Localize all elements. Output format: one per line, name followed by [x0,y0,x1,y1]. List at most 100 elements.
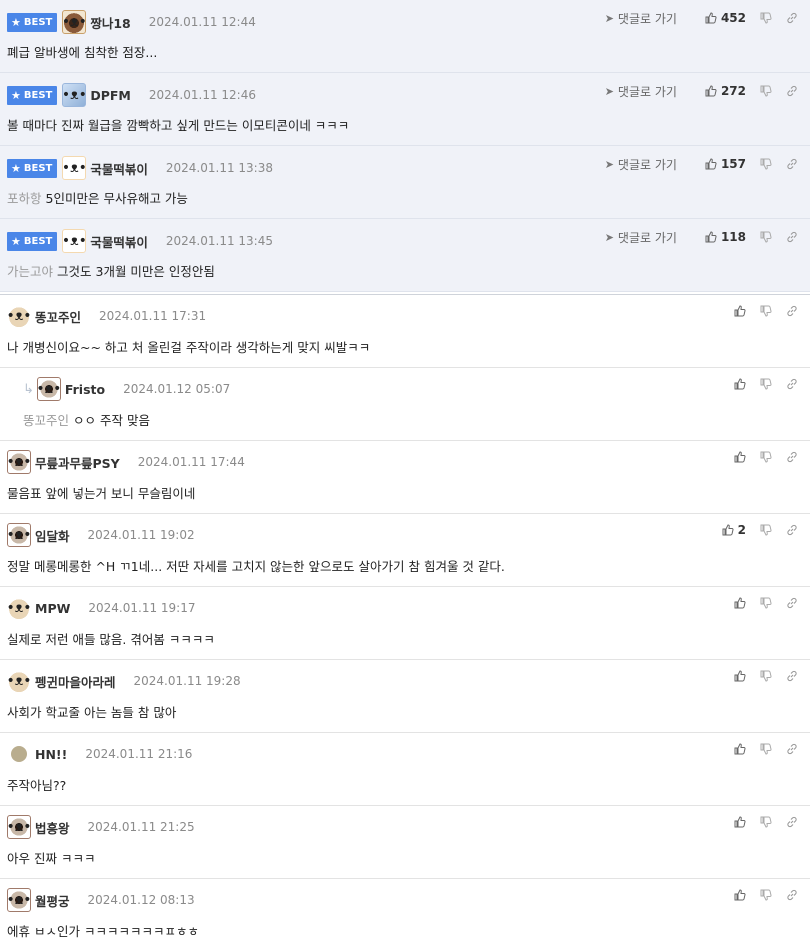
nickname[interactable]: 펭귄마을아라레 [35,672,116,691]
nickname[interactable]: 짱나18 [90,13,130,32]
dislike-button[interactable] [760,816,772,828]
goto-comment-button[interactable]: ➤ 댓글로 가기 [605,156,677,173]
nickname[interactable]: 법흥왕 [35,818,70,837]
avatar-dot-icon[interactable] [11,746,27,762]
dislike-button[interactable] [760,305,772,317]
dislike-button[interactable] [760,378,772,390]
comment-actions [720,595,798,611]
avatar-shiba-icon[interactable]: •ᴥ• [62,229,87,253]
thumbs-up-icon [705,158,717,170]
share-button[interactable] [786,305,798,317]
navigate-arrow-icon: ➤ [604,157,614,171]
mention[interactable]: 포하항 [7,191,42,206]
share-button[interactable] [786,743,798,755]
like-button[interactable] [734,670,746,682]
goto-comment-button[interactable]: ➤ 댓글로 가기 [605,83,677,100]
comment-text: 5인미만은 무사유해고 가능 [45,191,188,206]
avatar-dog-icon[interactable]: •ᴥ• [7,523,31,547]
avatar-puppy-icon[interactable]: •ᴥ• [7,304,31,328]
comment: HN!! 2024.01.11 21:16 주작아님?? [0,733,810,806]
like-button[interactable]: 157 [705,157,746,171]
avatar-bear-icon[interactable]: •ᴥ• [62,10,87,34]
comment-actions: 2 [708,522,798,538]
like-count: 157 [720,157,746,171]
avatar-puppy-icon[interactable]: •ᴥ• [7,669,31,693]
dislike-button[interactable] [760,12,772,24]
avatar-shiba-icon[interactable]: •ᴥ• [62,156,87,180]
share-button[interactable] [786,12,798,24]
avatar-frost-icon[interactable]: •ᴥ• [62,83,87,107]
like-button[interactable]: 452 [705,11,746,25]
share-button[interactable] [786,889,798,901]
comment-actions [720,668,798,684]
dislike-button[interactable] [760,158,772,170]
nickname[interactable]: 월평궁 [35,891,70,910]
avatar-dog-icon[interactable]: •ᴥ• [36,377,61,401]
dislike-button[interactable] [760,231,772,243]
like-button[interactable] [734,378,746,390]
thumbs-up-icon [734,305,746,317]
like-button[interactable]: 2 [722,523,746,537]
reply-arrow-icon: ↳ [23,381,34,397]
like-button[interactable]: 118 [705,230,746,244]
share-button[interactable] [786,670,798,682]
share-button[interactable] [786,524,798,536]
like-button[interactable] [734,597,746,609]
dislike-button[interactable] [760,743,772,755]
mention[interactable]: 똥꼬주인 [23,413,69,428]
nickname[interactable]: DPFM [90,88,131,103]
goto-comment-button[interactable]: ➤ 댓글로 가기 [605,229,677,246]
dislike-button[interactable] [760,85,772,97]
share-button[interactable] [786,597,798,609]
mention[interactable]: 가는고야 [7,264,53,279]
share-button[interactable] [786,85,798,97]
avatar-dog-icon[interactable]: •ᴥ• [7,815,31,839]
share-button[interactable] [786,451,798,463]
comment-header: ★ BEST •ᴥ• 짱나18 2024.01.11 12:44 [7,10,256,34]
comment-body: 주작아님?? [7,775,66,794]
nickname[interactable]: MPW [35,601,70,616]
link-icon [787,597,797,609]
dislike-button[interactable] [760,597,772,609]
nickname[interactable]: 임달화 [35,526,70,545]
link-icon [787,524,797,536]
share-button[interactable] [786,816,798,828]
comment-body: 나 개병신이요~~ 하고 처 올린걸 주작이라 생각하는게 맞지 씨발ㅋㅋ [7,337,370,356]
share-button[interactable] [786,158,798,170]
nickname[interactable]: 무릎과무릎PSY [35,453,120,472]
best-comment: ★ BEST •ᴥ• 국물떡볶이 2024.01.11 13:45 가는고야 그것도… [0,219,810,292]
best-badge-label: BEST [23,89,53,101]
dislike-button[interactable] [760,889,772,901]
comment-actions [720,376,798,392]
nickname[interactable]: Fristo [65,382,105,397]
like-button[interactable] [734,451,746,463]
comment-body: 에휴 ㅂㅅ인가 ㅋㅋㅋㅋㅋㅋㅋㅍㅎㅎ [7,921,199,940]
like-button[interactable] [734,743,746,755]
comment-date: 2024.01.11 12:46 [148,88,256,102]
nickname[interactable]: HN!! [35,747,67,762]
nickname[interactable]: 국물떡볶이 [90,232,148,251]
share-button[interactable] [786,378,798,390]
nickname[interactable]: 똥꼬주인 [35,307,81,326]
avatar-dog-icon[interactable]: •ᴥ• [7,888,31,912]
thumbs-up-icon [734,378,746,390]
link-icon [787,889,797,901]
like-button[interactable] [734,305,746,317]
share-button[interactable] [786,231,798,243]
like-button[interactable]: 272 [705,84,746,98]
avatar-puppy-icon[interactable]: •ᴥ• [7,596,31,620]
comment-body: 물음표 앞에 넣는거 보니 무슬림이네 [7,483,195,502]
like-button[interactable] [734,889,746,901]
link-icon [787,231,797,243]
like-button[interactable] [734,816,746,828]
avatar-dog-icon[interactable]: •ᴥ• [7,450,31,474]
dislike-button[interactable] [760,451,772,463]
thumbs-up-icon [734,451,746,463]
comment-text: ㅇㅇ 주작 맞음 [73,413,150,428]
thumbs-up-icon [734,597,746,609]
dislike-button[interactable] [760,670,772,682]
dislike-button[interactable] [760,524,772,536]
nickname[interactable]: 국물떡볶이 [90,159,148,178]
goto-comment-button[interactable]: ➤ 댓글로 가기 [605,10,677,27]
comment-actions: ➤ 댓글로 가기 452 [605,10,798,26]
